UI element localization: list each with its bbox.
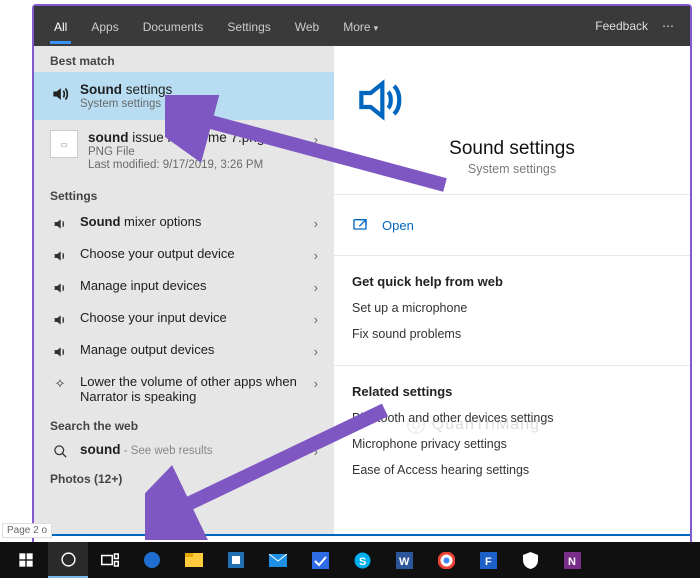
setting-manage-output[interactable]: Manage output devices ›	[34, 335, 334, 367]
setting-output-device[interactable]: Choose your output device ›	[34, 239, 334, 271]
todo-icon[interactable]	[300, 542, 340, 578]
open-label: Open	[382, 218, 414, 233]
skype-icon[interactable]: S	[342, 542, 382, 578]
speaker-icon	[50, 214, 70, 232]
chrome-icon[interactable]	[426, 542, 466, 578]
speaker-icon-large	[352, 72, 672, 128]
best-match-sound-settings[interactable]: Sound settings System settings	[34, 72, 334, 120]
word-icon[interactable]: W	[384, 542, 424, 578]
search-scope-tabs: All Apps Documents Settings Web More▾	[44, 14, 388, 38]
cortana-button[interactable]	[48, 542, 88, 578]
store-icon[interactable]	[216, 542, 256, 578]
search-header: All Apps Documents Settings Web More▾ Fe…	[34, 6, 690, 46]
narrator-icon: ✧	[50, 374, 70, 392]
image-thumbnail-icon: ▭	[50, 130, 78, 158]
security-icon[interactable]	[510, 542, 550, 578]
more-options-icon[interactable]: ⋯	[658, 19, 680, 33]
web-result-sound[interactable]: sound - See web results ›	[34, 437, 334, 464]
detail-subtitle: System settings	[352, 162, 672, 176]
task-view-button[interactable]	[90, 542, 130, 578]
chevron-down-icon: ▾	[374, 23, 379, 33]
svg-text:N: N	[568, 556, 576, 568]
mail-icon[interactable]	[258, 542, 298, 578]
chevron-right-icon: ›	[314, 442, 318, 459]
open-icon	[352, 217, 368, 233]
feedback-link[interactable]: Feedback	[595, 19, 648, 33]
settings-section-label: Settings	[34, 181, 334, 207]
svg-text:S: S	[359, 556, 366, 568]
onenote-icon[interactable]: N	[552, 542, 592, 578]
setting-lower-volume-narrator[interactable]: ✧ Lower the volume of other apps when Na…	[34, 367, 334, 411]
edge-icon[interactable]	[132, 542, 172, 578]
tab-apps[interactable]: Apps	[81, 14, 128, 38]
quick-fix-sound[interactable]: Fix sound problems	[352, 321, 672, 347]
tab-all[interactable]: All	[44, 14, 77, 38]
chevron-right-icon: ›	[314, 130, 318, 147]
detail-title: Sound settings	[352, 138, 672, 160]
tab-documents[interactable]: Documents	[133, 14, 214, 38]
results-panel: Best match Sound settings System setting…	[34, 46, 334, 534]
chevron-right-icon: ›	[314, 310, 318, 327]
tab-more[interactable]: More▾	[333, 14, 388, 38]
start-button[interactable]	[6, 542, 46, 578]
taskbar: S W F N	[0, 542, 700, 578]
speaker-icon	[50, 310, 70, 328]
setting-sound-mixer[interactable]: Sound mixer options ›	[34, 207, 334, 239]
open-action[interactable]: Open	[352, 213, 672, 237]
detail-panel: Sound settings System settings Open Get …	[334, 46, 690, 534]
app-f-icon[interactable]: F	[468, 542, 508, 578]
quick-setup-microphone[interactable]: Set up a microphone	[352, 295, 672, 321]
quick-help-header: Get quick help from web	[352, 274, 672, 289]
chevron-right-icon: ›	[314, 374, 318, 391]
chevron-right-icon: ›	[314, 342, 318, 359]
tab-settings[interactable]: Settings	[217, 14, 280, 38]
file-explorer-icon[interactable]	[174, 542, 214, 578]
chevron-right-icon: ›	[314, 278, 318, 295]
photos-section-label: Photos (12+)	[34, 464, 334, 490]
tab-web[interactable]: Web	[285, 14, 329, 38]
speaker-icon	[50, 278, 70, 296]
search-web-label: Search the web	[34, 411, 334, 437]
chevron-right-icon: ›	[314, 246, 318, 263]
file-result-sound-issue[interactable]: ▭ sound issue in chrome 7.png PNG File L…	[34, 120, 334, 181]
speaker-icon	[50, 246, 70, 264]
setting-input-device[interactable]: Choose your input device ›	[34, 303, 334, 335]
svg-text:F: F	[485, 556, 492, 568]
related-ease-hearing[interactable]: Ease of Access hearing settings	[352, 457, 672, 483]
svg-text:W: W	[399, 556, 410, 568]
related-bluetooth[interactable]: Bluetooth and other devices settings	[352, 405, 672, 431]
related-mic-privacy[interactable]: Microphone privacy settings	[352, 431, 672, 457]
setting-manage-input[interactable]: Manage input devices ›	[34, 271, 334, 303]
search-icon	[50, 442, 70, 459]
chevron-right-icon: ›	[314, 214, 318, 231]
speaker-icon	[50, 82, 70, 104]
best-match-label: Best match	[34, 46, 334, 72]
page-indicator: Page 2 o	[2, 523, 52, 538]
speaker-icon	[50, 342, 70, 360]
related-settings-header: Related settings	[352, 384, 672, 399]
